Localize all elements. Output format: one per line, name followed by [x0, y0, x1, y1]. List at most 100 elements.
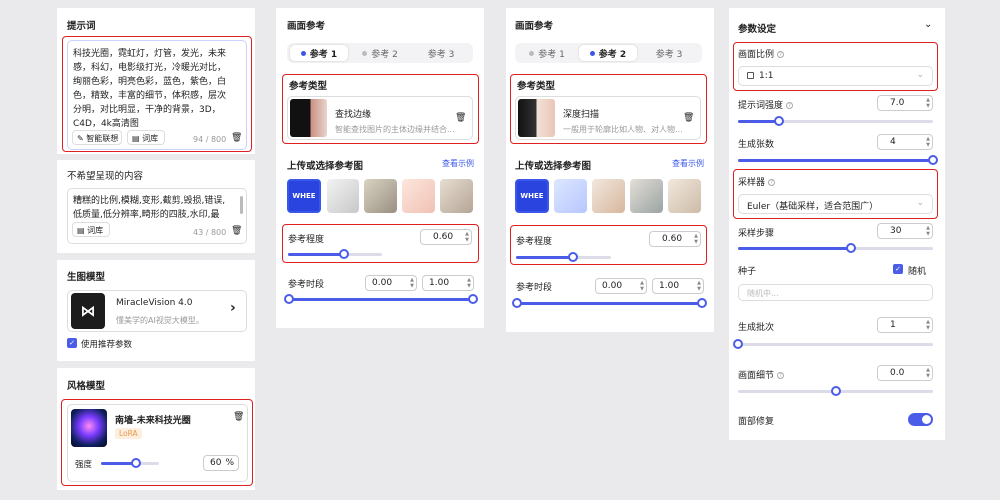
chevron-right-icon[interactable]: › [230, 300, 236, 316]
tab-ref-2-label: 参考 2 [371, 50, 398, 60]
model-desc: 懂美学的AI视觉大模型。 [116, 316, 204, 325]
batch-input[interactable]: 1 ▲ ▼ [877, 317, 933, 333]
tab-ref-3[interactable]: 参考 3 [412, 45, 470, 61]
ref-tabs: 参考 1 参考 2 参考 3 [287, 43, 473, 63]
seed-random-label: 随机 [908, 267, 927, 277]
seed-placeholder: 随机中... [747, 289, 779, 298]
view-example-link[interactable]: 查看示例 [442, 158, 474, 169]
ref-thumb-5[interactable] [440, 179, 473, 213]
count-slider-fill [738, 159, 933, 162]
tab-ref-2[interactable]: 参考 2 [351, 45, 409, 61]
seed-input[interactable]: 随机中... [738, 284, 933, 301]
ref-thumb-2[interactable] [554, 179, 587, 213]
ref-thumb-2[interactable] [327, 179, 359, 213]
count-label: 生成张数 [738, 140, 775, 150]
seed-random-checkbox[interactable]: ✓ [893, 264, 903, 274]
tab-ref-2[interactable]: 参考 2 [579, 45, 637, 61]
ref-period-start[interactable]: 0.00 ▲ ▼ [595, 278, 647, 294]
ref-thumb-4[interactable] [630, 179, 663, 213]
ref-period-end[interactable]: 1.00 ▲ ▼ [652, 278, 704, 294]
prompt-strength-label: 提示词强度? [738, 98, 794, 111]
batch-knob[interactable] [733, 339, 743, 349]
count-slider[interactable] [738, 155, 938, 165]
help-icon[interactable]: ? [786, 102, 794, 109]
spinner-icon[interactable]: ▲ ▼ [926, 136, 930, 148]
whee-logo-text: WHEE [292, 192, 316, 200]
tab-ref-3[interactable]: 参考 3 [640, 45, 698, 61]
help-icon[interactable]: ? [777, 372, 785, 379]
book-icon: ▤ [77, 226, 85, 235]
spinner-icon[interactable]: ▲ ▼ [926, 367, 930, 379]
ref-period-start[interactable]: 0.00 ▲ ▼ [365, 275, 417, 291]
batch-label: 生成批次 [738, 323, 775, 333]
view-example-link[interactable]: 查看示例 [672, 158, 704, 169]
use-recommended-checkbox[interactable]: ✓ [67, 338, 77, 348]
ref-thumb-5[interactable] [668, 179, 701, 213]
prompt-highlight [62, 36, 252, 152]
ref-tabs: 参考 1 参考 2 参考 3 [515, 43, 702, 63]
negative-scrollbar[interactable] [240, 196, 243, 214]
spinner-icon[interactable]: ▲ ▼ [926, 225, 930, 237]
ref-period-knob-start[interactable] [284, 294, 294, 304]
spinner-icon[interactable]: ▲ ▼ [926, 319, 930, 331]
spinner-icon[interactable]: ▲ ▼ [697, 280, 701, 292]
tab-ref-3-label: 参考 3 [655, 50, 683, 60]
prompt-strength-slider-fill [738, 120, 779, 123]
ref-thumb-whee[interactable]: WHEE [287, 179, 321, 213]
tab-ref-1-label: 参考 1 [309, 50, 338, 60]
ref-period-knob-end[interactable] [468, 294, 478, 304]
face-fix-toggle[interactable] [908, 413, 933, 426]
neg-library-button[interactable]: ▤ 词库 [72, 222, 110, 237]
tab-ref-1[interactable]: 参考 1 [518, 45, 576, 61]
negative-line: 糟糕的比例,模糊,变形,截剪,毁损,错误, [73, 196, 226, 206]
ref-period-end[interactable]: 1.00 ▲ ▼ [422, 275, 474, 291]
steps-value: 30 [890, 226, 902, 236]
detail-input[interactable]: 0.0 ▲ ▼ [877, 365, 933, 381]
prompt-strength-value: 7.0 [890, 98, 905, 108]
params-title: 参数设定 [738, 24, 777, 35]
prompt-strength-label-text: 提示词强度 [738, 101, 784, 111]
count-value: 4 [890, 137, 896, 147]
negative-count: 43 / 800 [193, 228, 227, 237]
ref-title: 画面参考 [287, 21, 326, 32]
ref-thumb-3[interactable] [592, 179, 625, 213]
model-name: MiracleVision 4.0 [116, 298, 193, 308]
upload-label: 上传或选择参考图 [287, 161, 364, 172]
count-knob[interactable] [928, 155, 938, 165]
ref-period-knob-end[interactable] [697, 298, 707, 308]
tab-ref-1[interactable]: 参考 1 [290, 45, 348, 61]
batch-slider[interactable] [733, 339, 933, 349]
ref-title: 画面参考 [515, 21, 554, 32]
spinner-icon[interactable]: ▲ ▼ [640, 280, 644, 292]
whee-logo-text: WHEE [520, 192, 544, 200]
ref-strength-highlight [510, 225, 707, 265]
steps-input[interactable]: 30 ▲ ▼ [877, 223, 933, 239]
tab-ref-2-label: 参考 2 [598, 50, 627, 60]
prompt-title: 提示词 [67, 21, 96, 32]
prompt-strength-input[interactable]: 7.0 ▲ ▼ [877, 95, 933, 111]
chevron-down-icon[interactable]: ⌄ [924, 19, 932, 30]
spinner-icon[interactable]: ▲ ▼ [926, 97, 930, 109]
steps-slider[interactable] [738, 243, 933, 253]
spinner-icon[interactable]: ▲ ▼ [467, 277, 471, 289]
negative-title: 不希望呈现的内容 [67, 171, 144, 182]
model-title: 生图模型 [67, 272, 106, 283]
ref-thumb-whee[interactable]: WHEE [515, 179, 549, 213]
seed-label: 种子 [738, 267, 757, 277]
detail-knob[interactable] [830, 386, 841, 396]
ref-period-label: 参考时段 [516, 283, 553, 293]
use-recommended-label: 使用推荐参数 [81, 340, 133, 350]
ref-period-end-value: 1.00 [429, 278, 450, 288]
prompt-strength-knob[interactable] [773, 116, 784, 126]
ref-thumb-3[interactable] [364, 179, 397, 213]
ref-period-slider[interactable] [284, 294, 478, 304]
ref-period-slider[interactable] [512, 298, 707, 308]
ref-thumb-4[interactable] [402, 179, 435, 213]
ref-period-knob-start[interactable] [512, 298, 522, 308]
style-title: 风格模型 [67, 381, 106, 392]
count-input[interactable]: 4 ▲ ▼ [877, 134, 933, 150]
detail-slider[interactable] [738, 386, 933, 396]
trash-icon[interactable]: 🗑 [231, 226, 242, 236]
prompt-strength-slider[interactable] [738, 116, 933, 126]
spinner-icon[interactable]: ▲ ▼ [410, 277, 414, 289]
